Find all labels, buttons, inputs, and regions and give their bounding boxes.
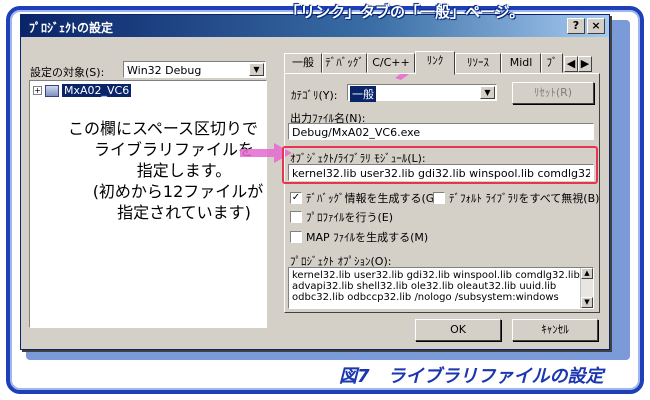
help-button[interactable]: ? (567, 18, 585, 34)
ok-button[interactable]: OK (415, 319, 501, 341)
options-line: advapi32.lib shell32.lib ole32.lib oleau… (292, 281, 557, 292)
tab-scroll-right-icon[interactable]: ▶ (578, 56, 592, 72)
target-label: 設定の対象(S): (30, 66, 105, 79)
tree-item-label: MxA02_VC6 (62, 84, 132, 97)
output-value: Debug/MxA02_VC6.exe (292, 126, 421, 139)
tab-cpp[interactable]: C/C++ (367, 53, 415, 73)
annotation-note: この欄にスペース区切りで ライブラリファイルを 指定します。 (初めから12ファ… (52, 118, 274, 223)
tab-general[interactable]: 一般 (284, 53, 322, 73)
modules-value: kernel32.lib user32.lib gdi32.lib winspo… (292, 167, 590, 180)
checkbox-label: ﾌﾟﾛﾌｧｲﾙを行う(E) (306, 211, 394, 224)
category-combo[interactable]: 一般 ▼ (347, 84, 497, 102)
figure-caption: 図7 ライブラリファイルの設定 (339, 366, 604, 387)
note-line: 指定します。 (136, 161, 232, 180)
options-line: kernel32.lib user32.lib gdi32.lib winspo… (292, 270, 580, 281)
reset-button[interactable]: ﾘｾｯﾄ(R) (512, 82, 594, 104)
options-textarea[interactable]: kernel32.lib user32.lib gdi32.lib winspo… (288, 267, 594, 309)
chevron-down-icon[interactable]: ▼ (480, 86, 495, 99)
checkbox-label: ﾃﾞﾊﾞｯｸﾞ情報を生成する(G) (306, 192, 439, 205)
ignore-default-lib-checkbox[interactable]: ﾃﾞﾌｫﾙﾄ ﾗｲﾌﾞﾗﾘをすべて無視(B) (433, 190, 599, 206)
dialog-title: ﾌﾟﾛｼﾞｪｸﾄの設定 (29, 21, 114, 35)
tab-browse[interactable]: ﾌﾞ (541, 53, 563, 73)
expand-icon[interactable]: + (33, 86, 42, 95)
project-icon (45, 84, 59, 97)
options-line: odbc32.lib odbccp32.lib /nologo /subsyst… (292, 292, 559, 303)
tab-scroll-left-icon[interactable]: ◀ (564, 56, 578, 72)
target-value: Win32 Debug (127, 64, 202, 77)
note-line: (初めから12ファイルが (92, 182, 264, 201)
cancel-button[interactable]: ｷｬﾝｾﾙ (512, 319, 598, 341)
modules-field[interactable]: kernel32.lib user32.lib gdi32.lib winspo… (288, 164, 594, 181)
checkbox-checked-icon[interactable]: ✓ (290, 192, 302, 204)
target-combo[interactable]: Win32 Debug ▼ (123, 61, 266, 78)
output-field[interactable]: Debug/MxA02_VC6.exe (288, 123, 594, 140)
map-file-checkbox[interactable]: MAP ﾌｧｲﾙを生成する(M) (290, 229, 428, 245)
note-line: この欄にスペース区切りで (67, 119, 259, 138)
category-value: 一般 (350, 86, 376, 102)
tab-midl[interactable]: Midl (501, 53, 541, 73)
checkbox-icon[interactable] (433, 192, 445, 204)
checkbox-icon[interactable] (290, 211, 302, 223)
tab-resource[interactable]: ﾘｿｰｽ (455, 53, 501, 73)
tab-debug[interactable]: ﾃﾞﾊﾞｯｸﾞ (322, 53, 367, 73)
checkbox-label: MAP ﾌｧｲﾙを生成する(M) (306, 231, 429, 244)
category-label: ｶﾃｺﾞﾘ(Y): (291, 89, 338, 102)
checkbox-icon[interactable] (290, 231, 302, 243)
chevron-down-icon[interactable]: ▼ (249, 63, 264, 76)
scroll-down-icon[interactable]: ▼ (581, 297, 593, 308)
note-line: 指定されています) (117, 203, 251, 222)
scroll-up-icon[interactable]: ▲ (581, 268, 593, 279)
checkbox-label: ﾃﾞﾌｫﾙﾄ ﾗｲﾌﾞﾗﾘをすべて無視(B) (449, 192, 600, 205)
tab-strip: 一般 ﾃﾞﾊﾞｯｸﾞ C/C++ ﾘﾝｸ ﾘｿｰｽ Midl ﾌﾞ ◀ ▶ (284, 51, 604, 75)
profile-checkbox[interactable]: ﾌﾟﾛﾌｧｲﾙを行う(E) (290, 209, 393, 225)
tab-link[interactable]: ﾘﾝｸ (415, 51, 455, 75)
close-button[interactable]: × (587, 18, 605, 34)
options-scrollbar[interactable]: ▲ ▼ (580, 268, 593, 308)
annotation-top: 「リンク」タブの「一般」ページ。 (285, 3, 525, 21)
tree-item[interactable]: + MxA02_VC6 (33, 84, 132, 97)
debug-info-checkbox[interactable]: ✓ ﾃﾞﾊﾞｯｸﾞ情報を生成する(G) (290, 190, 439, 206)
